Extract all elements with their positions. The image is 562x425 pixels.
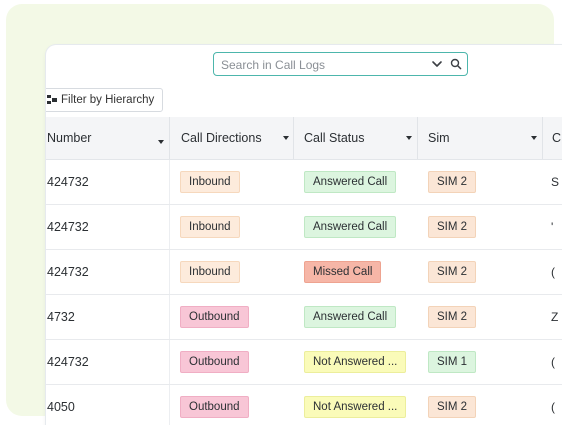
hierarchy-icon [47,95,57,104]
number-cell: 424732 [47,355,89,369]
column-label: Call Status [304,131,365,145]
sim-badge: SIM 2 [428,261,477,283]
clipped-cell: Z [551,310,559,324]
table-row[interactable]: 4732 Outbound Answered Call SIM 2 Z [46,295,562,340]
search-input[interactable] [221,57,421,72]
table-row[interactable]: 424732 Inbound Answered Call SIM 2 S [46,160,562,205]
status-badge: Answered Call [304,171,397,193]
number-cell: 424732 [47,220,89,234]
column-header-next[interactable]: C [542,117,562,159]
column-header-sim[interactable]: Sim [417,117,542,159]
clipped-cell: ( [551,355,555,369]
column-header-number[interactable]: Number [47,117,169,159]
clipped-cell: ' [551,220,554,234]
direction-badge: Outbound [180,396,249,418]
sim-badge: SIM 2 [428,396,477,418]
table-row[interactable]: 424732 Inbound Missed Call SIM 2 ( [46,250,562,295]
column-label: C [552,131,562,145]
status-badge: Not Answered ... [304,396,407,418]
number-cell: 424732 [47,265,89,279]
clipped-cell: ( [551,400,555,414]
number-cell: 4050 [47,400,75,414]
direction-badge: Outbound [180,351,249,373]
direction-badge: Outbound [180,306,249,328]
table-row[interactable]: 424732 Inbound Answered Call SIM 2 ' [46,205,562,250]
status-badge: Answered Call [304,216,397,238]
clipped-cell: S [551,175,560,189]
column-label: Number [47,131,92,145]
column-label: Sim [428,131,450,145]
column-header-call-status[interactable]: Call Status [293,117,417,159]
sim-badge: SIM 1 [428,351,477,373]
clipped-cell: ( [551,265,555,279]
sort-caret-icon[interactable] [283,136,289,140]
sim-badge: SIM 2 [428,171,477,193]
status-badge: Not Answered ... [304,351,407,373]
direction-badge: Inbound [180,171,240,193]
call-logs-panel: Filter by Hierarchy Number Call Directio… [46,45,562,425]
sim-badge: SIM 2 [428,216,477,238]
column-header-call-directions[interactable]: Call Directions [169,117,293,159]
table-header: Number Call Directions Call Status Sim C [46,117,562,160]
sort-caret-icon[interactable] [531,136,537,140]
number-cell: 424732 [47,175,89,189]
status-badge: Missed Call [304,261,382,283]
direction-badge: Inbound [180,216,240,238]
table-row[interactable]: 424732 Outbound Not Answered ... SIM 1 ( [46,340,562,385]
sort-caret-icon[interactable] [406,136,412,140]
sort-caret-icon[interactable] [158,140,164,144]
sim-badge: SIM 2 [428,306,477,328]
filter-by-hierarchy-button[interactable]: Filter by Hierarchy [46,88,164,112]
chevron-down-icon[interactable] [431,58,443,70]
filter-button-label: Filter by Hierarchy [61,94,155,106]
status-badge: Answered Call [304,306,397,328]
search-icon[interactable] [450,58,462,70]
screenshot-canvas: Filter by Hierarchy Number Call Directio… [0,0,562,425]
search-box[interactable] [213,52,468,76]
column-label: Call Directions [181,131,262,145]
number-cell: 4732 [47,310,75,324]
table-row[interactable]: 4050 Outbound Not Answered ... SIM 2 ( [46,385,562,425]
direction-badge: Inbound [180,261,240,283]
